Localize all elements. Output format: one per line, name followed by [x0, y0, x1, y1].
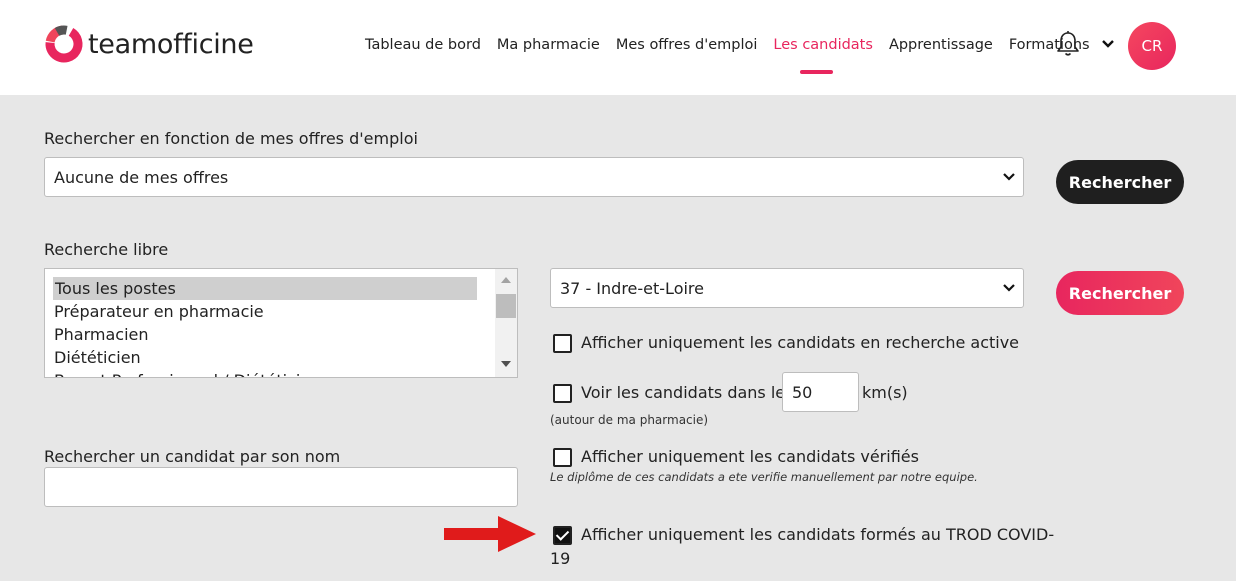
listbox-scrollbar[interactable] — [495, 269, 517, 377]
active-search-checkbox[interactable] — [553, 334, 572, 353]
top-navbar: teamofficine Tableau de bord Ma pharmaci… — [0, 0, 1236, 95]
name-search-label: Rechercher un candidat par son nom — [44, 447, 341, 466]
scroll-down-icon[interactable] — [501, 361, 511, 367]
radius-input[interactable]: 50 — [782, 372, 859, 412]
position-option[interactable]: Diététicien — [45, 346, 477, 369]
red-arrow-icon — [444, 516, 536, 552]
nav-item-pharmacy[interactable]: Ma pharmacie — [497, 37, 600, 53]
positions-listbox[interactable]: Tous les postes Préparateur en pharmacie… — [44, 268, 518, 378]
logo-icon — [45, 25, 83, 63]
active-search-label: Afficher uniquement les candidats en rec… — [581, 333, 1020, 352]
verified-label: Afficher uniquement les candidats vérifi… — [581, 447, 919, 466]
radius-unit: km(s) — [862, 383, 908, 402]
verified-checkbox[interactable] — [553, 448, 572, 467]
scroll-up-icon[interactable] — [501, 277, 511, 283]
brand-name: teamofficine — [88, 29, 254, 60]
chevron-down-icon — [1003, 284, 1015, 292]
nav-item-apprenticeship[interactable]: Apprentissage — [889, 37, 993, 53]
department-select[interactable]: 37 - Indre-et-Loire — [550, 268, 1024, 308]
trod-label-continued: 19 — [550, 549, 571, 568]
chevron-down-icon[interactable] — [1100, 37, 1116, 51]
name-search-input[interactable] — [44, 467, 518, 507]
verified-note: Le diplôme de ces candidats a ete verifi… — [550, 470, 978, 484]
scrollbar-thumb[interactable] — [496, 294, 516, 318]
position-option[interactable]: Préparateur en pharmacie — [45, 300, 477, 323]
offers-select-value: Aucune de mes offres — [54, 167, 229, 187]
nav-item-candidates[interactable]: Les candidats — [773, 37, 873, 74]
radius-note: (autour de ma pharmacie) — [550, 413, 709, 427]
position-option[interactable]: Brevet Professionnel / Diététicien — [45, 369, 477, 377]
trod-checkbox[interactable] — [553, 526, 572, 545]
brand-name-bold: officine — [156, 28, 254, 60]
avatar[interactable]: CR — [1128, 22, 1176, 70]
offers-select[interactable]: Aucune de mes offres — [44, 157, 1024, 197]
radius-label: Voir les candidats dans les — [581, 383, 794, 402]
nav-item-dashboard[interactable]: Tableau de bord — [365, 37, 481, 53]
nav-item-job-offers[interactable]: Mes offres d'emploi — [616, 37, 758, 53]
brand-logo[interactable]: teamofficine — [44, 22, 254, 66]
offers-search-button[interactable]: Rechercher — [1056, 160, 1184, 204]
free-search-label: Recherche libre — [44, 240, 169, 259]
trod-label: Afficher uniquement les candidats formés… — [581, 525, 1055, 544]
position-option[interactable]: Tous les postes — [53, 277, 477, 300]
offers-search-label: Rechercher en fonction de mes offres d'e… — [44, 129, 418, 148]
free-search-button[interactable]: Rechercher — [1056, 271, 1184, 315]
main-nav: Tableau de bord Ma pharmacie Mes offres … — [365, 37, 1106, 74]
radius-checkbox[interactable] — [553, 384, 572, 403]
position-option[interactable]: Pharmacien — [45, 323, 477, 346]
bell-icon[interactable] — [1056, 30, 1080, 58]
brand-name-light: team — [88, 28, 157, 60]
department-select-value: 37 - Indre-et-Loire — [560, 278, 704, 298]
chevron-down-icon — [1003, 173, 1015, 181]
